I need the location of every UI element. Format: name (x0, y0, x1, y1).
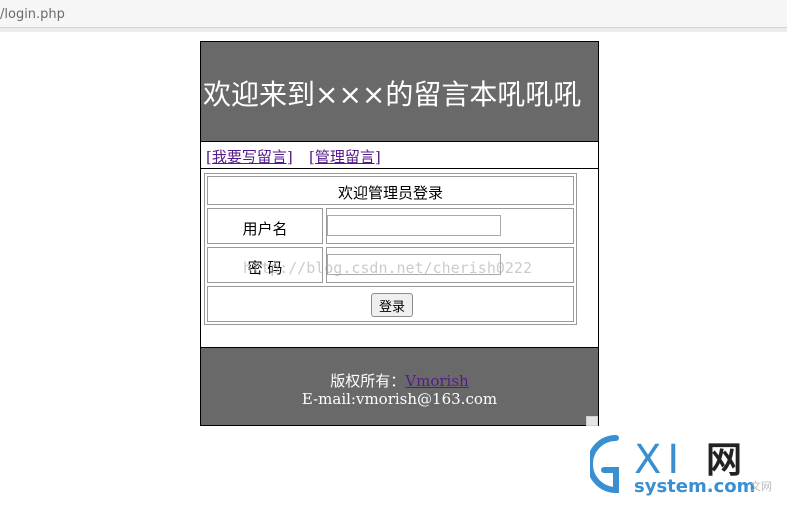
footer-corner-block (586, 416, 598, 426)
username-input[interactable] (327, 215, 501, 236)
write-message-link[interactable]: [我要写留言] (206, 146, 293, 167)
logo-g-mark (590, 435, 619, 494)
copyright-label: 版权所有： (330, 372, 406, 390)
email-line: E-mail:vmorish@163.com (301, 390, 498, 408)
manage-messages-link[interactable]: [管理留言] (309, 146, 381, 167)
author-link[interactable]: Vmorish (405, 372, 468, 390)
logo-net-glyph: 网 (706, 440, 742, 481)
password-input-cell (326, 247, 574, 283)
login-heading-cell: 欢迎管理员登录 (207, 176, 574, 205)
toolbar-divider (0, 28, 787, 32)
site-logo-watermark: XI 网 system.com 文网 (590, 435, 772, 497)
page-header: 欢迎来到×××的留言本吼吼吼 (201, 42, 598, 142)
submit-cell: 登录 (207, 286, 574, 322)
browser-address-bar[interactable]: /login.php (0, 0, 787, 28)
logo-suffix-text: 文网 (750, 479, 772, 493)
username-label: 用户名 (242, 220, 288, 238)
nav-bar: [我要写留言] [管理留言] (201, 142, 598, 169)
login-button[interactable]: 登录 (371, 293, 413, 317)
address-url[interactable]: /login.php (0, 7, 65, 22)
guestbook-container: 欢迎来到×××的留言本吼吼吼 [我要写留言] [管理留言] 欢迎管理员登录 用户… (200, 41, 599, 426)
login-heading: 欢迎管理员登录 (337, 184, 443, 202)
username-input-cell (326, 208, 574, 244)
login-form: 欢迎管理员登录 用户名 密 码 登录 (204, 173, 577, 325)
copyright-line: 版权所有：Vmorish (201, 370, 598, 391)
password-label-cell: 密 码 (207, 247, 323, 283)
page-footer: 版权所有：Vmorish E-mail:vmorish@163.com (201, 347, 598, 425)
username-label-cell: 用户名 (207, 208, 323, 244)
logo-domain-text: system.com (634, 476, 755, 497)
password-label: 密 码 (247, 259, 283, 277)
password-input[interactable] (327, 254, 501, 275)
page-title: 欢迎来到×××的留言本吼吼吼 (203, 78, 582, 111)
